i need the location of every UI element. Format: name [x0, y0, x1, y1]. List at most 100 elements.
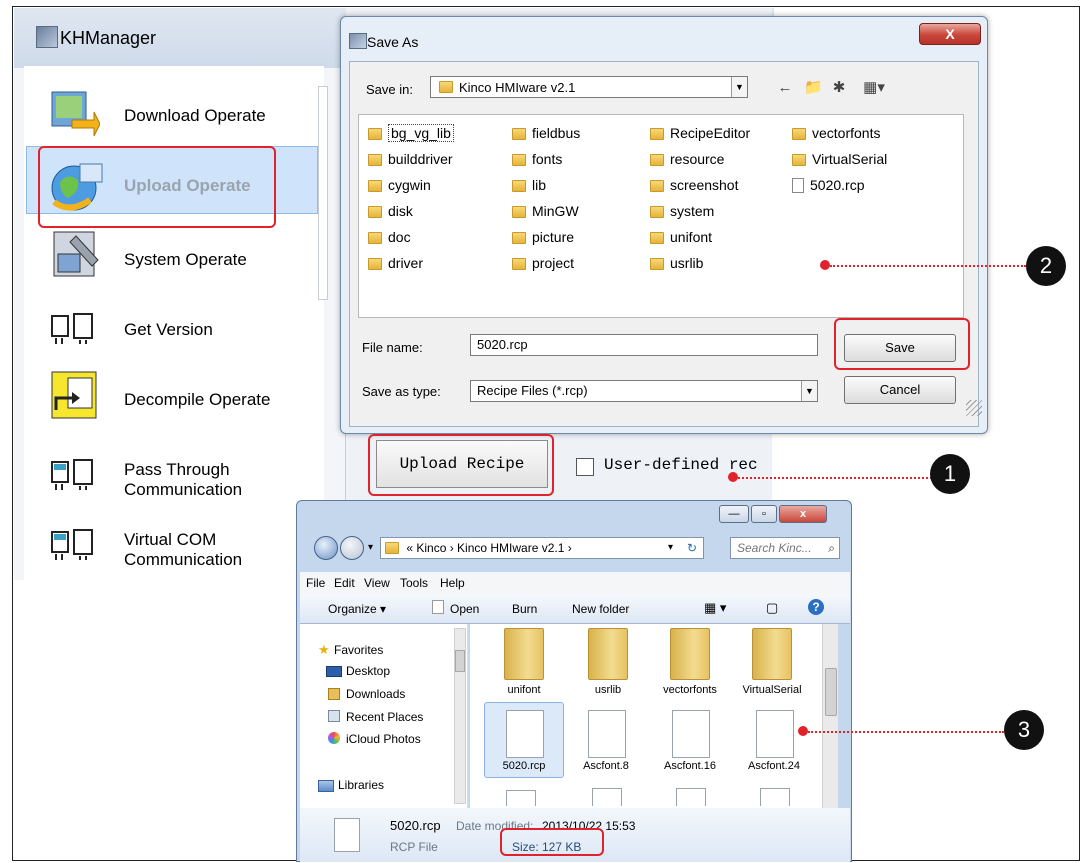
folder-icon[interactable]: [588, 628, 628, 680]
change-view-icon[interactable]: ▦ ▾: [704, 600, 726, 616]
menu-item-download-operate[interactable]: Download Operate: [44, 88, 324, 144]
menu-item-decompile-operate[interactable]: Decompile Operate: [44, 366, 324, 426]
list-item[interactable]: unifont: [650, 228, 712, 246]
list-item[interactable]: driver: [368, 254, 423, 272]
menu-label-download: Download Operate: [124, 106, 266, 125]
refresh-icon[interactable]: ↻: [687, 538, 697, 558]
nav-libraries[interactable]: Libraries: [338, 778, 384, 792]
nav-desktop[interactable]: Desktop: [346, 664, 390, 678]
nav-icloud-photos[interactable]: iCloud Photos: [346, 732, 421, 746]
folder-label-usrlib: usrlib: [594, 684, 622, 696]
list-item[interactable]: system: [650, 202, 714, 220]
up-folder-icon[interactable]: 📁: [804, 80, 823, 96]
explorer-menubar: File Edit View Tools Help: [300, 572, 850, 594]
list-item[interactable]: project: [512, 254, 574, 272]
navigation-pane: ★ Favorites Desktop Downloads Recent Pla…: [300, 624, 468, 808]
nav-pane-scroll-thumb[interactable]: [455, 650, 465, 672]
nav-favorites[interactable]: Favorites: [334, 643, 383, 657]
resize-grip-icon[interactable]: [966, 400, 982, 416]
nav-downloads[interactable]: Downloads: [346, 687, 405, 701]
list-item[interactable]: bg_vg_lib: [368, 124, 454, 142]
menu-item-system-operate[interactable]: System Operate: [44, 228, 324, 284]
recent-pages-chevron-icon[interactable]: ▾: [368, 542, 373, 553]
list-item[interactable]: lib: [512, 176, 546, 194]
search-placeholder: Search Kinc...: [737, 541, 812, 555]
folder-icon[interactable]: [752, 628, 792, 680]
file-name-input[interactable]: 5020.rcp: [470, 334, 818, 356]
folder-icon[interactable]: [670, 628, 710, 680]
decompile-operate-icon: [51, 371, 97, 419]
callout-1-badge: 1: [930, 454, 970, 494]
system-operate-icon: [53, 231, 99, 277]
save-as-type-dropdown[interactable]: Recipe Files (*.rcp) ▼: [470, 380, 818, 402]
address-bar[interactable]: « Kinco › Kinco HMIware v2.1 › ▾ ↻: [380, 537, 704, 559]
new-folder-button[interactable]: New folder: [572, 602, 629, 616]
folder-icon[interactable]: [504, 628, 544, 680]
libraries-icon: [318, 780, 334, 792]
list-item[interactable]: disk: [368, 202, 413, 220]
back-button[interactable]: [314, 536, 338, 560]
list-item[interactable]: resource: [650, 150, 724, 168]
list-item[interactable]: fieldbus: [512, 124, 580, 142]
explorer-command-bar: Organize ▾ Open Burn New folder ▦ ▾ ▢ ?: [300, 594, 850, 624]
content-scrollbar[interactable]: [822, 624, 838, 808]
save-in-label: Save in:: [366, 82, 413, 97]
khmanager-title: KHManager: [60, 28, 157, 48]
file-icon[interactable]: [588, 710, 626, 758]
help-icon[interactable]: ?: [808, 599, 824, 615]
chevron-down-icon: ▼: [801, 381, 817, 401]
address-dropdown-icon[interactable]: ▾: [668, 538, 673, 558]
close-button[interactable]: X: [919, 23, 981, 45]
list-item[interactable]: fonts: [512, 150, 562, 168]
file-icon[interactable]: [756, 710, 794, 758]
file-icon[interactable]: [760, 788, 790, 806]
cancel-button[interactable]: Cancel: [844, 376, 956, 404]
nav-recent-places[interactable]: Recent Places: [346, 710, 423, 724]
menu-item-pass-through[interactable]: Pass Through Communication: [44, 452, 324, 508]
list-item[interactable]: MinGW: [512, 202, 579, 220]
menu-file[interactable]: File: [306, 576, 325, 590]
burn-button[interactable]: Burn: [512, 602, 537, 616]
menu-item-virtual-com[interactable]: Virtual COM Communication: [44, 522, 324, 578]
organize-button[interactable]: Organize ▾: [328, 602, 386, 616]
list-item[interactable]: vectorfonts: [792, 124, 880, 142]
preview-pane-icon[interactable]: ▢: [766, 600, 778, 616]
file-icon[interactable]: [676, 788, 706, 806]
list-item[interactable]: cygwin: [368, 176, 431, 194]
menu-tools[interactable]: Tools: [400, 576, 428, 590]
open-button[interactable]: Open: [450, 602, 479, 616]
callout-2-badge: 2: [1026, 246, 1066, 286]
folder-icon: [650, 180, 664, 192]
new-folder-icon[interactable]: ✱: [830, 80, 848, 96]
user-defined-checkbox[interactable]: [576, 458, 594, 476]
back-arrow-icon[interactable]: ←: [776, 80, 794, 96]
minimize-button[interactable]: —: [719, 505, 749, 523]
list-item[interactable]: builddriver: [368, 150, 453, 168]
search-input[interactable]: Search Kinc... ⌕: [730, 537, 840, 559]
list-item[interactable]: VirtualSerial: [792, 150, 887, 168]
menu-view[interactable]: View: [364, 576, 390, 590]
list-item[interactable]: doc: [368, 228, 411, 246]
file-icon[interactable]: [506, 790, 536, 806]
list-item[interactable]: usrlib: [650, 254, 703, 272]
save-in-dropdown[interactable]: Kinco HMIware v2.1 ▼: [430, 76, 748, 98]
download-operate-icon: [51, 91, 100, 137]
menu-help[interactable]: Help: [440, 576, 465, 590]
forward-button[interactable]: [340, 536, 364, 560]
list-item[interactable]: RecipeEditor: [650, 124, 750, 142]
list-item[interactable]: picture: [512, 228, 574, 246]
list-item[interactable]: 5020.rcp: [792, 176, 864, 194]
content-scroll-thumb[interactable]: [825, 668, 837, 716]
list-item[interactable]: screenshot: [650, 176, 738, 194]
save-as-dialog-icon: [349, 33, 367, 49]
menu-item-get-version[interactable]: Get Version: [44, 304, 324, 354]
maximize-button[interactable]: ▫: [751, 505, 777, 523]
file-icon[interactable]: [592, 788, 622, 806]
callout-3-line: [808, 731, 1004, 733]
explorer-close-button[interactable]: x: [779, 505, 827, 523]
file-icon[interactable]: [672, 710, 710, 758]
file-icon[interactable]: [506, 710, 544, 758]
menu-label-version: Get Version: [124, 320, 213, 339]
view-menu-icon[interactable]: ▦▾: [858, 80, 890, 96]
menu-edit[interactable]: Edit: [334, 576, 355, 590]
